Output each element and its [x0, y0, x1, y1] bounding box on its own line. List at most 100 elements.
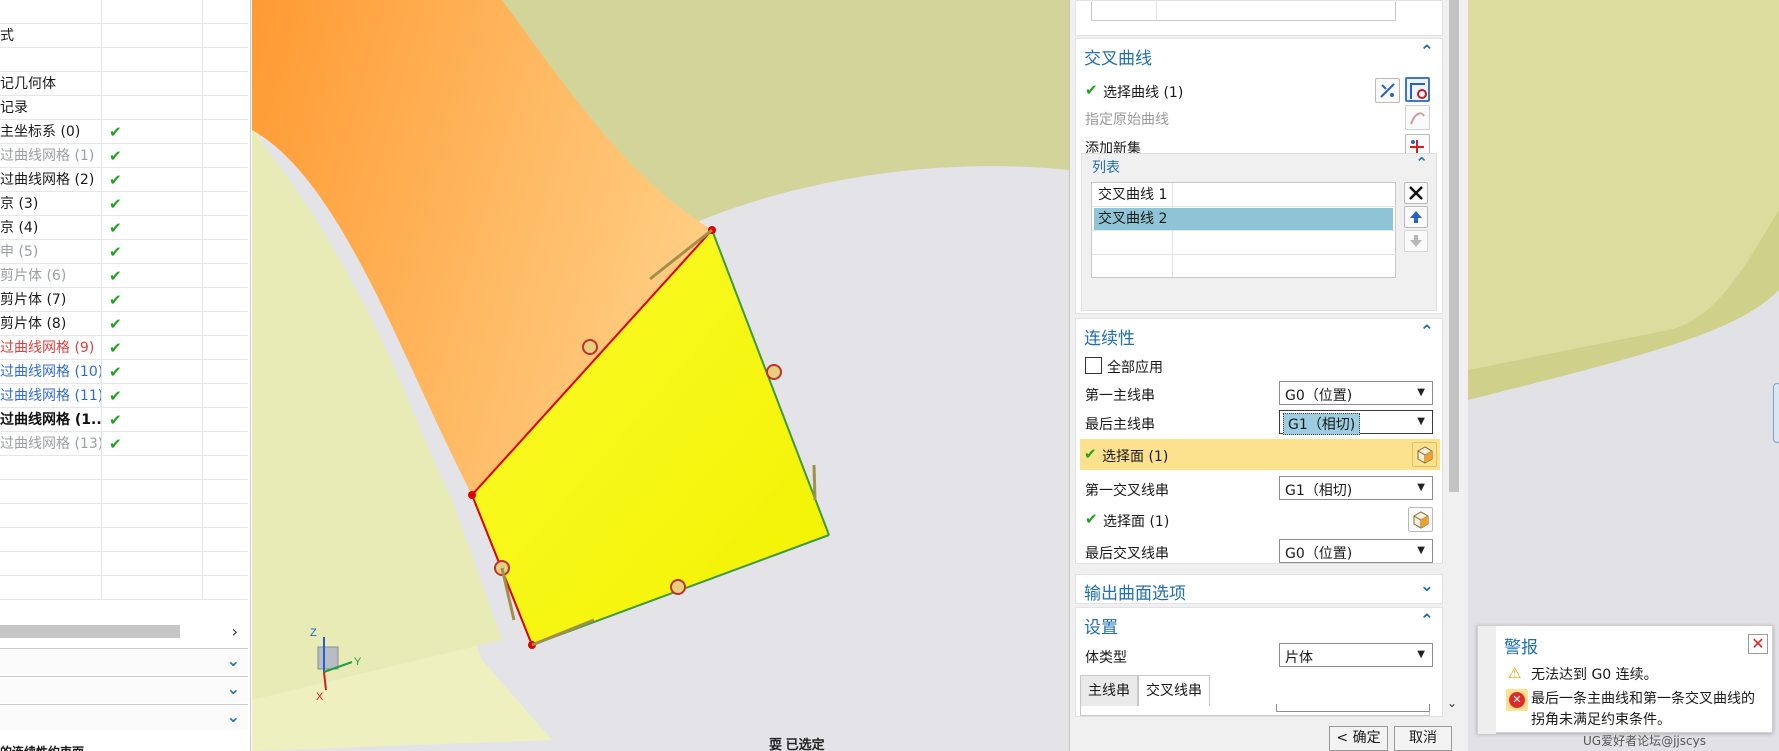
alert-error-text: 最后一条主曲线和第一条交叉曲线的拐角未满足约束条件。	[1531, 691, 1755, 728]
chevron-up-icon[interactable]: ⌃	[1415, 154, 1428, 172]
horizontal-scrollbar[interactable]: ›	[0, 622, 246, 641]
original-curve-glyph	[1410, 112, 1425, 125]
select-face-row-2[interactable]: ✔ 选择面 (1)	[1081, 504, 1439, 535]
tree-row-status-cell	[103, 0, 203, 24]
dialog-scrollbar[interactable]: ⌄	[1443, 0, 1465, 716]
vertex-point[interactable]	[468, 491, 476, 499]
output-options-title[interactable]: 输出曲面选项	[1084, 579, 1186, 604]
check-icon: ✔	[109, 363, 122, 381]
list-item-selected[interactable]: 交叉曲线 2	[1094, 208, 1393, 230]
tree-row[interactable]: 过曲线网格 (10) ✔	[0, 360, 248, 384]
tree-row-name-cell: 过曲线网格 (1)	[0, 144, 102, 168]
tree-row[interactable]: 剪片体 (8) ✔	[0, 312, 248, 336]
side-tab[interactable]	[1773, 383, 1779, 443]
select-curve-icon[interactable]	[1405, 77, 1430, 102]
select-face-row-1[interactable]: ✔ 选择面 (1)	[1080, 439, 1440, 470]
tree-row[interactable]	[0, 0, 248, 24]
tree-row[interactable]	[0, 576, 248, 600]
tree-row[interactable]	[0, 48, 248, 72]
tree-row[interactable]: 申 (5) ✔	[0, 240, 248, 264]
tree-row-name-cell: 过曲线网格 (13)	[0, 432, 102, 456]
tree-row[interactable]	[0, 552, 248, 576]
tree-row-name-cell: 过曲线网格 (10)	[0, 360, 102, 384]
chevron-down-icon[interactable]: ⌄	[227, 651, 240, 670]
tree-row-label: 剪片体 (7)	[0, 292, 67, 308]
output-options-group[interactable]: 输出曲面选项 ⌄	[1075, 574, 1443, 604]
settings-title[interactable]: 设置	[1084, 613, 1118, 638]
tab-panel-field[interactable]	[1276, 704, 1430, 712]
move-up-icon[interactable]	[1404, 206, 1428, 228]
tree-row[interactable]	[0, 456, 248, 480]
list-title[interactable]: 列表	[1092, 157, 1120, 177]
cancel-button[interactable]: 取消	[1394, 726, 1452, 751]
tree-row[interactable]: 记录	[0, 96, 248, 120]
face-cube-icon[interactable]	[1412, 442, 1437, 467]
scrollbar-thumb[interactable]	[0, 625, 180, 638]
cross-curve-list[interactable]: 交叉曲线 1 交叉曲线 2	[1091, 182, 1397, 278]
tree-row[interactable]: 过曲线网格 (13) ✔	[0, 432, 248, 456]
chevron-up-icon[interactable]: ⌃	[1420, 611, 1434, 631]
tree-row-status-cell: ✔	[103, 384, 203, 408]
tree-row-status-cell	[103, 456, 203, 480]
tree-row[interactable]: 过曲线网格 (11) ✔	[0, 384, 248, 408]
scroll-down-icon[interactable]: ⌄	[1447, 696, 1457, 710]
triad-z-label: Z	[310, 627, 317, 639]
tree-row[interactable]: 记几何体	[0, 72, 248, 96]
chevron-up-icon[interactable]: ⌃	[1420, 322, 1434, 342]
chevron-down-icon[interactable]: ⌄	[227, 707, 240, 726]
tree-row[interactable]: 京 (3) ✔	[0, 192, 248, 216]
chevron-up-icon[interactable]: ⌃	[1420, 42, 1434, 62]
tree-row-name-cell: 京 (4)	[0, 216, 102, 240]
navigator-section-2[interactable]: ⌄	[0, 676, 248, 702]
handle-marker[interactable]	[582, 339, 598, 355]
last-cross-select[interactable]: G0（位置) ▼	[1279, 539, 1433, 563]
tab-primary[interactable]: 主线串	[1080, 675, 1138, 707]
tree-row-status-cell: ✔	[103, 216, 203, 240]
chevron-down-icon[interactable]: ⌄	[1420, 576, 1434, 596]
graphics-viewport[interactable]: Z Y X 耍 已选定	[252, 0, 1069, 751]
scroll-right-icon[interactable]: ›	[232, 622, 238, 641]
chevron-down-icon[interactable]: ⌄	[227, 679, 240, 698]
tree-row[interactable]: 过曲线网格 (9) ✔	[0, 336, 248, 360]
tree-row[interactable]: 过曲线网格 (1) ✔	[0, 144, 248, 168]
tree-row[interactable]: 式	[0, 24, 248, 48]
model-canvas[interactable]: Z Y X 耍 已选定	[252, 0, 1069, 751]
ok-button[interactable]: < 确定 >	[1329, 726, 1388, 751]
last-primary-select[interactable]: G1（相切) ▼	[1279, 410, 1433, 435]
curve-rule-icon[interactable]	[1375, 78, 1400, 103]
first-primary-select[interactable]: G0（位置) ▼	[1279, 381, 1433, 405]
cross-curve-title[interactable]: 交叉曲线	[1084, 44, 1152, 69]
navigator-section-1[interactable]: ⌄	[0, 648, 248, 674]
select-curve-row[interactable]: ✔ 选择曲线 (1)	[1081, 77, 1439, 104]
tree-row[interactable]: 剪片体 (7) ✔	[0, 288, 248, 312]
tree-row[interactable]: 过曲线网格 (2) ✔	[0, 168, 248, 192]
tree-row[interactable]	[0, 504, 248, 528]
tree-row-status-cell	[103, 72, 203, 96]
tree-row[interactable]	[0, 528, 248, 552]
tree-row[interactable]: 剪片体 (6) ✔	[0, 264, 248, 288]
remove-icon[interactable]	[1404, 182, 1428, 204]
list-item[interactable]: 交叉曲线 1	[1094, 184, 1393, 206]
move-down-icon	[1404, 230, 1428, 252]
handle-marker[interactable]	[670, 579, 686, 595]
tree-row[interactable]: 过曲线网格 (1... ✔	[0, 408, 248, 432]
tree-row-name-cell: 主坐标系 (0)	[0, 120, 102, 144]
tree-row-status-cell: ✔	[103, 168, 203, 192]
apply-all-row[interactable]: 全部应用	[1081, 353, 1439, 379]
tree-row[interactable]	[0, 480, 248, 504]
tree-row-label: 申 (5)	[0, 244, 39, 260]
tree-row[interactable]: 主坐标系 (0) ✔	[0, 120, 248, 144]
tree-row[interactable]: 京 (4) ✔	[0, 216, 248, 240]
first-cross-select[interactable]: G1（相切) ▼	[1279, 476, 1433, 500]
tab-cross[interactable]: 交叉线串	[1138, 675, 1210, 707]
continuity-title[interactable]: 连续性	[1084, 324, 1135, 349]
navigator-section-3[interactable]: ⌄	[0, 704, 248, 730]
dialog-scrollbar-thumb[interactable]	[1449, 0, 1459, 492]
handle-marker[interactable]	[766, 364, 782, 380]
close-icon[interactable]: ✕	[1748, 634, 1768, 654]
move-down-glyph	[1410, 235, 1422, 247]
list-gridline	[1092, 206, 1397, 207]
apply-all-checkbox[interactable]	[1085, 357, 1102, 374]
face-cube-icon[interactable]	[1408, 507, 1433, 532]
body-type-select[interactable]: 片体 ▼	[1279, 643, 1433, 667]
